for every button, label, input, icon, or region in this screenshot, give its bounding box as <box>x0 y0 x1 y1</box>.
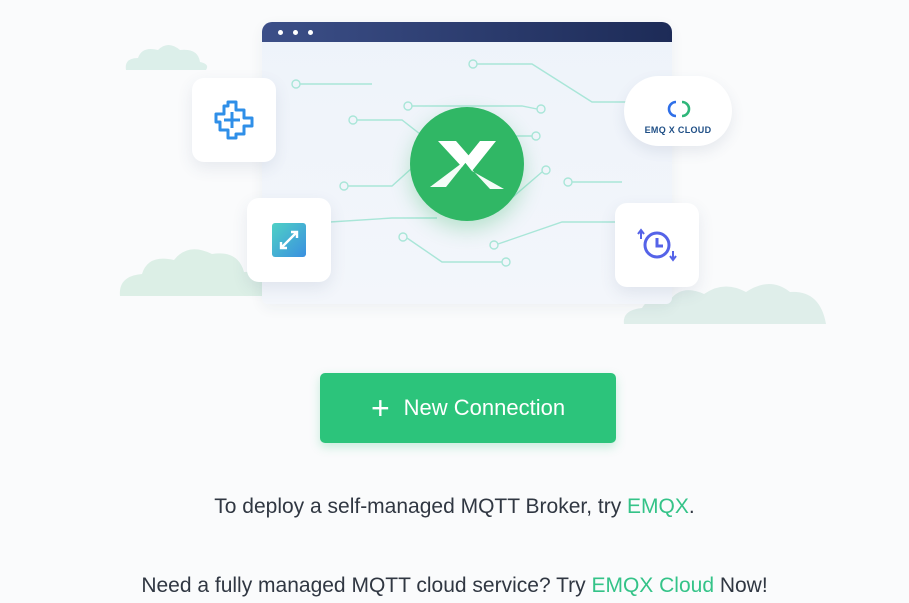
emqx-cloud-link[interactable]: EMQX Cloud <box>591 574 714 597</box>
history-tile <box>615 203 699 287</box>
cloud-icon <box>125 45 208 70</box>
emqx-cloud-label: EMQ X CLOUD <box>644 125 712 135</box>
window-dot <box>308 30 313 35</box>
emqx-cloud-promo-prefix: Need a fully managed MQTT cloud service?… <box>141 574 592 597</box>
emqx-promo-prefix: To deploy a self-managed MQTT Broker, tr… <box>214 495 628 518</box>
emqx-cloud-promo-suffix: Now! <box>714 574 768 597</box>
window-dot <box>293 30 298 35</box>
welcome-page: EMQ X CLOUD + New Connection To deploy a… <box>0 0 909 603</box>
history-icon <box>637 228 677 262</box>
mqttx-logo-icon <box>410 107 524 221</box>
emqx-link[interactable]: EMQX <box>627 495 689 518</box>
emqx-promo-suffix: . <box>688 495 695 518</box>
new-connection-label: New Connection <box>403 395 566 420</box>
emqx-cloud-icon <box>667 100 691 118</box>
resize-icon <box>272 223 306 257</box>
emqx-cloud-badge: EMQ X CLOUD <box>624 76 732 146</box>
window-dot <box>278 30 283 35</box>
new-connection-button[interactable]: + New Connection <box>320 373 616 443</box>
welcome-illustration: EMQ X CLOUD <box>0 0 909 340</box>
plugin-tile <box>192 78 276 162</box>
plus-icon: + <box>370 390 390 426</box>
emqx-cloud-promo-text: Need a fully managed MQTT cloud service?… <box>0 574 909 598</box>
browser-title-bar <box>262 22 672 42</box>
resize-tile <box>247 198 331 282</box>
plugin-icon <box>214 100 254 140</box>
emqx-promo-text: To deploy a self-managed MQTT Broker, tr… <box>0 495 909 519</box>
